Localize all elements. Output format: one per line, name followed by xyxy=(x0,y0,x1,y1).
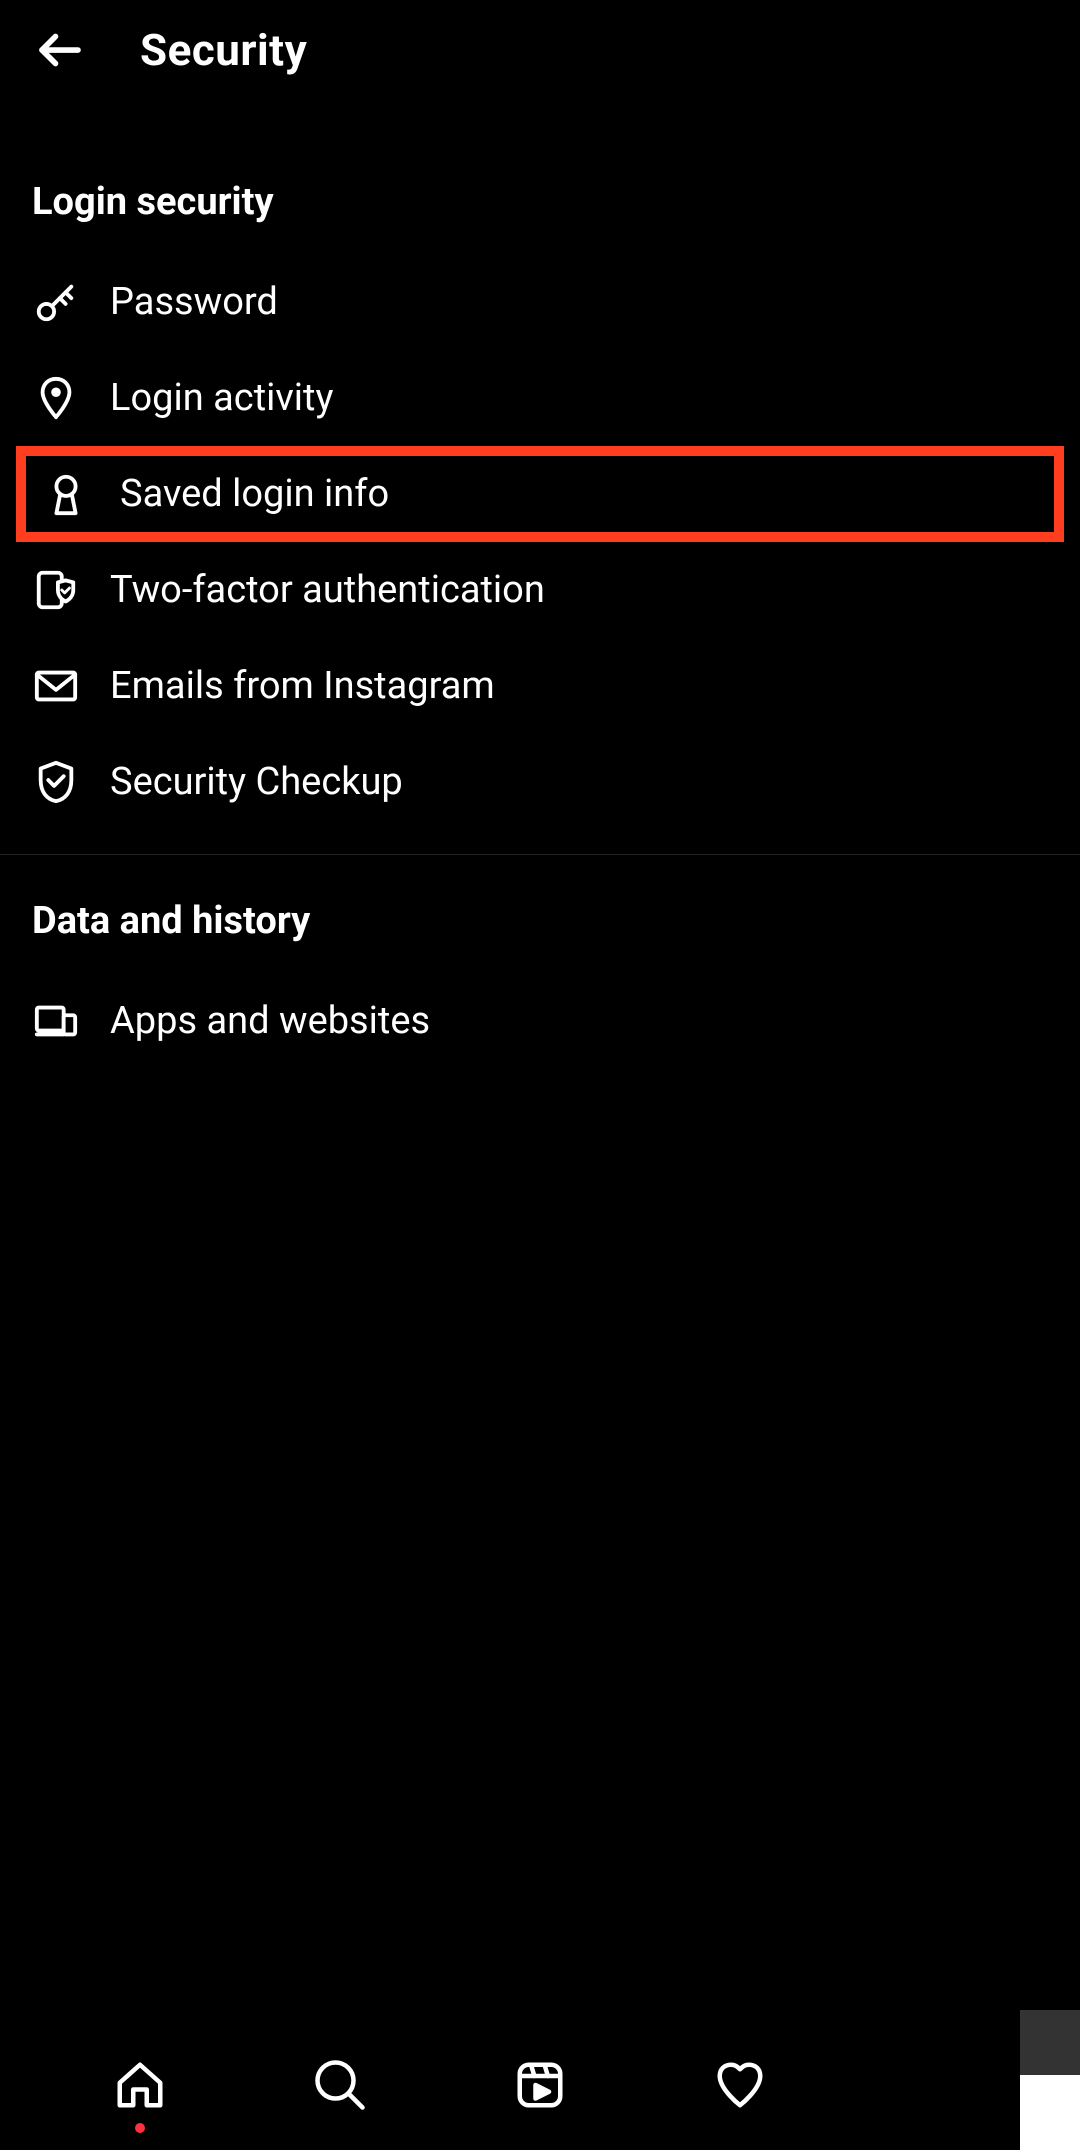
section-data-history-title: Data and history xyxy=(0,899,1080,973)
page-title: Security xyxy=(140,24,307,76)
item-label: Password xyxy=(110,280,278,324)
nav-reels[interactable] xyxy=(510,2055,570,2115)
item-label: Apps and websites xyxy=(110,999,430,1043)
item-two-factor-auth[interactable]: Two-factor authentication xyxy=(0,542,1080,638)
heart-icon xyxy=(713,2058,767,2112)
arrow-left-icon xyxy=(33,23,87,77)
item-label: Security Checkup xyxy=(110,760,403,804)
shield-check-icon xyxy=(32,758,80,806)
header: Security xyxy=(0,0,1080,100)
bottom-nav xyxy=(0,2020,1080,2150)
nav-home[interactable] xyxy=(110,2055,170,2115)
item-login-activity[interactable]: Login activity xyxy=(0,350,1080,446)
item-saved-login-info[interactable]: Saved login info xyxy=(16,446,1064,542)
nav-search[interactable] xyxy=(310,2055,370,2115)
nav-activity[interactable] xyxy=(710,2055,770,2115)
notification-dot xyxy=(135,2123,145,2133)
key-icon xyxy=(32,278,80,326)
phone-shield-icon xyxy=(32,566,80,614)
section-login-security-title: Login security xyxy=(0,180,1080,254)
home-icon xyxy=(113,2058,167,2112)
item-label: Emails from Instagram xyxy=(110,664,495,708)
mail-icon xyxy=(32,662,80,710)
item-label: Two-factor authentication xyxy=(110,568,545,612)
search-icon xyxy=(313,2058,367,2112)
item-apps-and-websites[interactable]: Apps and websites xyxy=(0,973,1080,1069)
scrollbar[interactable] xyxy=(1020,2010,1080,2150)
item-security-checkup[interactable]: Security Checkup xyxy=(0,734,1080,830)
reels-icon xyxy=(513,2058,567,2112)
item-label: Saved login info xyxy=(120,472,389,516)
keyhole-icon xyxy=(42,470,90,518)
item-label: Login activity xyxy=(110,376,333,420)
content: Login security Password Login activity xyxy=(0,100,1080,1069)
item-password[interactable]: Password xyxy=(0,254,1080,350)
back-button[interactable] xyxy=(30,20,90,80)
devices-icon xyxy=(32,997,80,1045)
nav-profile[interactable] xyxy=(910,2055,970,2115)
item-emails-from-instagram[interactable]: Emails from Instagram xyxy=(0,638,1080,734)
location-pin-icon xyxy=(32,374,80,422)
